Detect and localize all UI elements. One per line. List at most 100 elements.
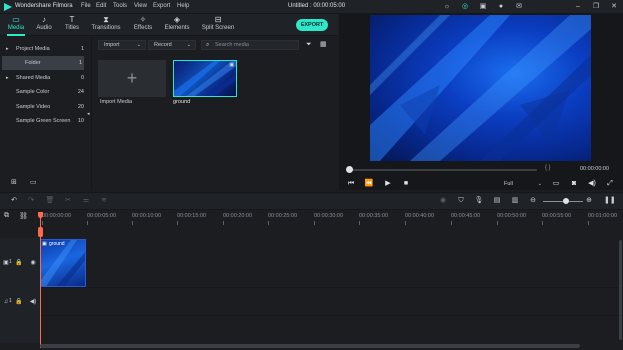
import-dropdown[interactable]: Import ⌄	[98, 40, 146, 50]
tab-split-screen-label: Split Screen	[201, 25, 235, 31]
microphone-icon[interactable]: 🎙	[474, 196, 484, 206]
snap-icon[interactable]: ▥	[510, 196, 520, 206]
adjust-icon[interactable]: ⚌	[81, 196, 91, 206]
tab-effects[interactable]: ✧ Effects	[129, 15, 157, 35]
play-icon[interactable]: ▶	[383, 179, 393, 189]
tab-transitions[interactable]: ⧗ Transitions	[89, 15, 123, 35]
audio-track-1[interactable]	[40, 289, 623, 316]
audio-wave-icon[interactable]: ≋	[99, 196, 109, 206]
video-track-1[interactable]	[40, 238, 623, 288]
undo-icon[interactable]: ↶	[9, 196, 19, 206]
horizontal-scrollbar[interactable]	[40, 344, 580, 348]
tab-audio[interactable]: ♪ Audio	[32, 15, 56, 35]
mail-icon[interactable]: ✉	[515, 3, 523, 11]
speaker-icon[interactable]: ◀)	[29, 298, 37, 306]
image-type-icon: ▣	[42, 241, 47, 247]
vertical-scrollbar[interactable]	[619, 240, 622, 340]
step-back-icon[interactable]: ⏪	[364, 179, 374, 189]
snapshot-icon[interactable]: ◙	[569, 179, 579, 189]
menu-edit[interactable]: Edit	[96, 3, 106, 9]
menu-view[interactable]: View	[134, 3, 147, 9]
search-input[interactable]	[215, 41, 295, 49]
tab-titles-label: Titles	[64, 25, 80, 31]
collapse-panel-icon[interactable]: ◂	[87, 111, 90, 117]
library-item-count: 0	[80, 75, 84, 81]
close-icon[interactable]: ✕	[610, 3, 618, 11]
chevron-down-icon: ⌄	[186, 42, 191, 48]
marker-icon[interactable]: ⛉	[456, 196, 466, 206]
menu-file[interactable]: File	[81, 3, 91, 9]
app-name: Wondershare Filmora	[15, 3, 73, 9]
transitions-icon: ⧗	[103, 15, 109, 24]
playhead-tag[interactable]	[38, 227, 43, 237]
menu-export[interactable]: Export	[153, 3, 170, 9]
render-icon[interactable]: ◉	[438, 196, 448, 206]
tab-titles[interactable]: T Titles	[60, 15, 84, 35]
zoom-slider-knob[interactable]	[563, 198, 569, 204]
library-item-project-media[interactable]: ▸ Project Media 1	[0, 42, 88, 56]
record-dropdown[interactable]: Record ⌄	[148, 40, 196, 50]
minimize-icon[interactable]: –	[574, 3, 582, 11]
volume-icon[interactable]: ◀)	[587, 179, 597, 189]
ruler-tick-label: 00:00:55:00	[542, 213, 572, 219]
filter-icon[interactable]: ⏷	[306, 40, 312, 49]
gift-icon[interactable]: ▣	[479, 3, 487, 11]
previous-frame-icon[interactable]: ⏮	[346, 179, 356, 189]
zoom-out-icon[interactable]: ⊖	[528, 196, 538, 206]
redo-icon[interactable]: ↷	[26, 196, 36, 206]
restore-icon[interactable]: ❐	[592, 3, 600, 11]
menu-help[interactable]: Help	[177, 3, 189, 9]
import-media-tile[interactable]: +	[98, 60, 166, 97]
in-out-markers[interactable]: { }	[545, 165, 551, 171]
ruler-tick	[451, 221, 452, 225]
preview-canvas[interactable]	[370, 15, 591, 161]
scrubber-knob[interactable]	[346, 166, 353, 173]
ruler-tick-label: 00:00:25:00	[268, 213, 298, 219]
new-folder-icon[interactable]: ⊞	[11, 178, 17, 186]
tab-media[interactable]: ▭ Media	[4, 15, 28, 35]
add-track-icon[interactable]: ⧉	[4, 212, 9, 220]
pause-columns-icon[interactable]: ❚❚	[604, 196, 616, 206]
quality-dropdown[interactable]: Full ⌄	[504, 179, 542, 189]
ruler-tick-label: 00:00:50:00	[497, 213, 527, 219]
menu-tools[interactable]: Tools	[113, 3, 127, 9]
lightbulb-icon[interactable]: ☼	[443, 3, 451, 11]
thumbnail-image	[174, 61, 236, 96]
stop-icon[interactable]: ■	[401, 179, 411, 189]
account-icon[interactable]: ●	[497, 3, 505, 11]
tab-split-screen[interactable]: ⊟ Split Screen	[200, 15, 236, 35]
quality-label: Full	[504, 181, 513, 187]
preview-scrubber[interactable]	[347, 169, 537, 171]
library-item-label: Folder	[25, 60, 41, 66]
link-icon[interactable]: ⛓	[19, 212, 28, 220]
library-item-label: Sample Video	[16, 104, 51, 110]
lock-icon[interactable]: 🔒	[15, 298, 23, 306]
ruler-tick	[177, 221, 178, 225]
folder-icon[interactable]: ▭	[30, 178, 37, 186]
lock-icon[interactable]: 🔒	[15, 259, 23, 267]
mixer-icon[interactable]: ▤	[492, 196, 502, 206]
delete-icon[interactable]: 🗑	[45, 196, 55, 206]
tab-elements[interactable]: ◈ Elements	[161, 15, 193, 35]
record-dropdown-label: Record	[154, 42, 172, 48]
search-box: ⌕	[201, 40, 299, 50]
eye-icon[interactable]: ◉	[29, 259, 37, 267]
headset-icon[interactable]: ◎	[461, 3, 469, 11]
library-item-sample-color[interactable]: Sample Color 24	[0, 85, 88, 99]
expand-caret-icon: ▸	[6, 46, 9, 52]
library-item-count: 20	[77, 104, 84, 110]
display-icon[interactable]: ▭	[551, 179, 561, 189]
library-item-sample-green-screen[interactable]: Sample Green Screen 10	[0, 114, 88, 128]
export-button[interactable]: EXPORT	[296, 19, 328, 31]
tab-elements-label: Elements	[164, 25, 190, 31]
library-item-folder[interactable]: Folder 1	[2, 56, 84, 70]
cut-icon[interactable]: ✂	[63, 196, 73, 206]
zoom-in-icon[interactable]: ⊕	[584, 196, 594, 206]
library-item-shared-media[interactable]: ▸ Shared Media 0	[0, 71, 88, 85]
grid-view-icon[interactable]: ▦	[320, 40, 327, 49]
playhead-line[interactable]	[40, 218, 41, 348]
plus-icon: +	[126, 68, 138, 88]
fullscreen-icon[interactable]: ⤢	[605, 179, 615, 189]
media-thumbnail[interactable]: ▣	[173, 60, 237, 97]
library-item-sample-video[interactable]: Sample Video 20	[0, 100, 88, 114]
